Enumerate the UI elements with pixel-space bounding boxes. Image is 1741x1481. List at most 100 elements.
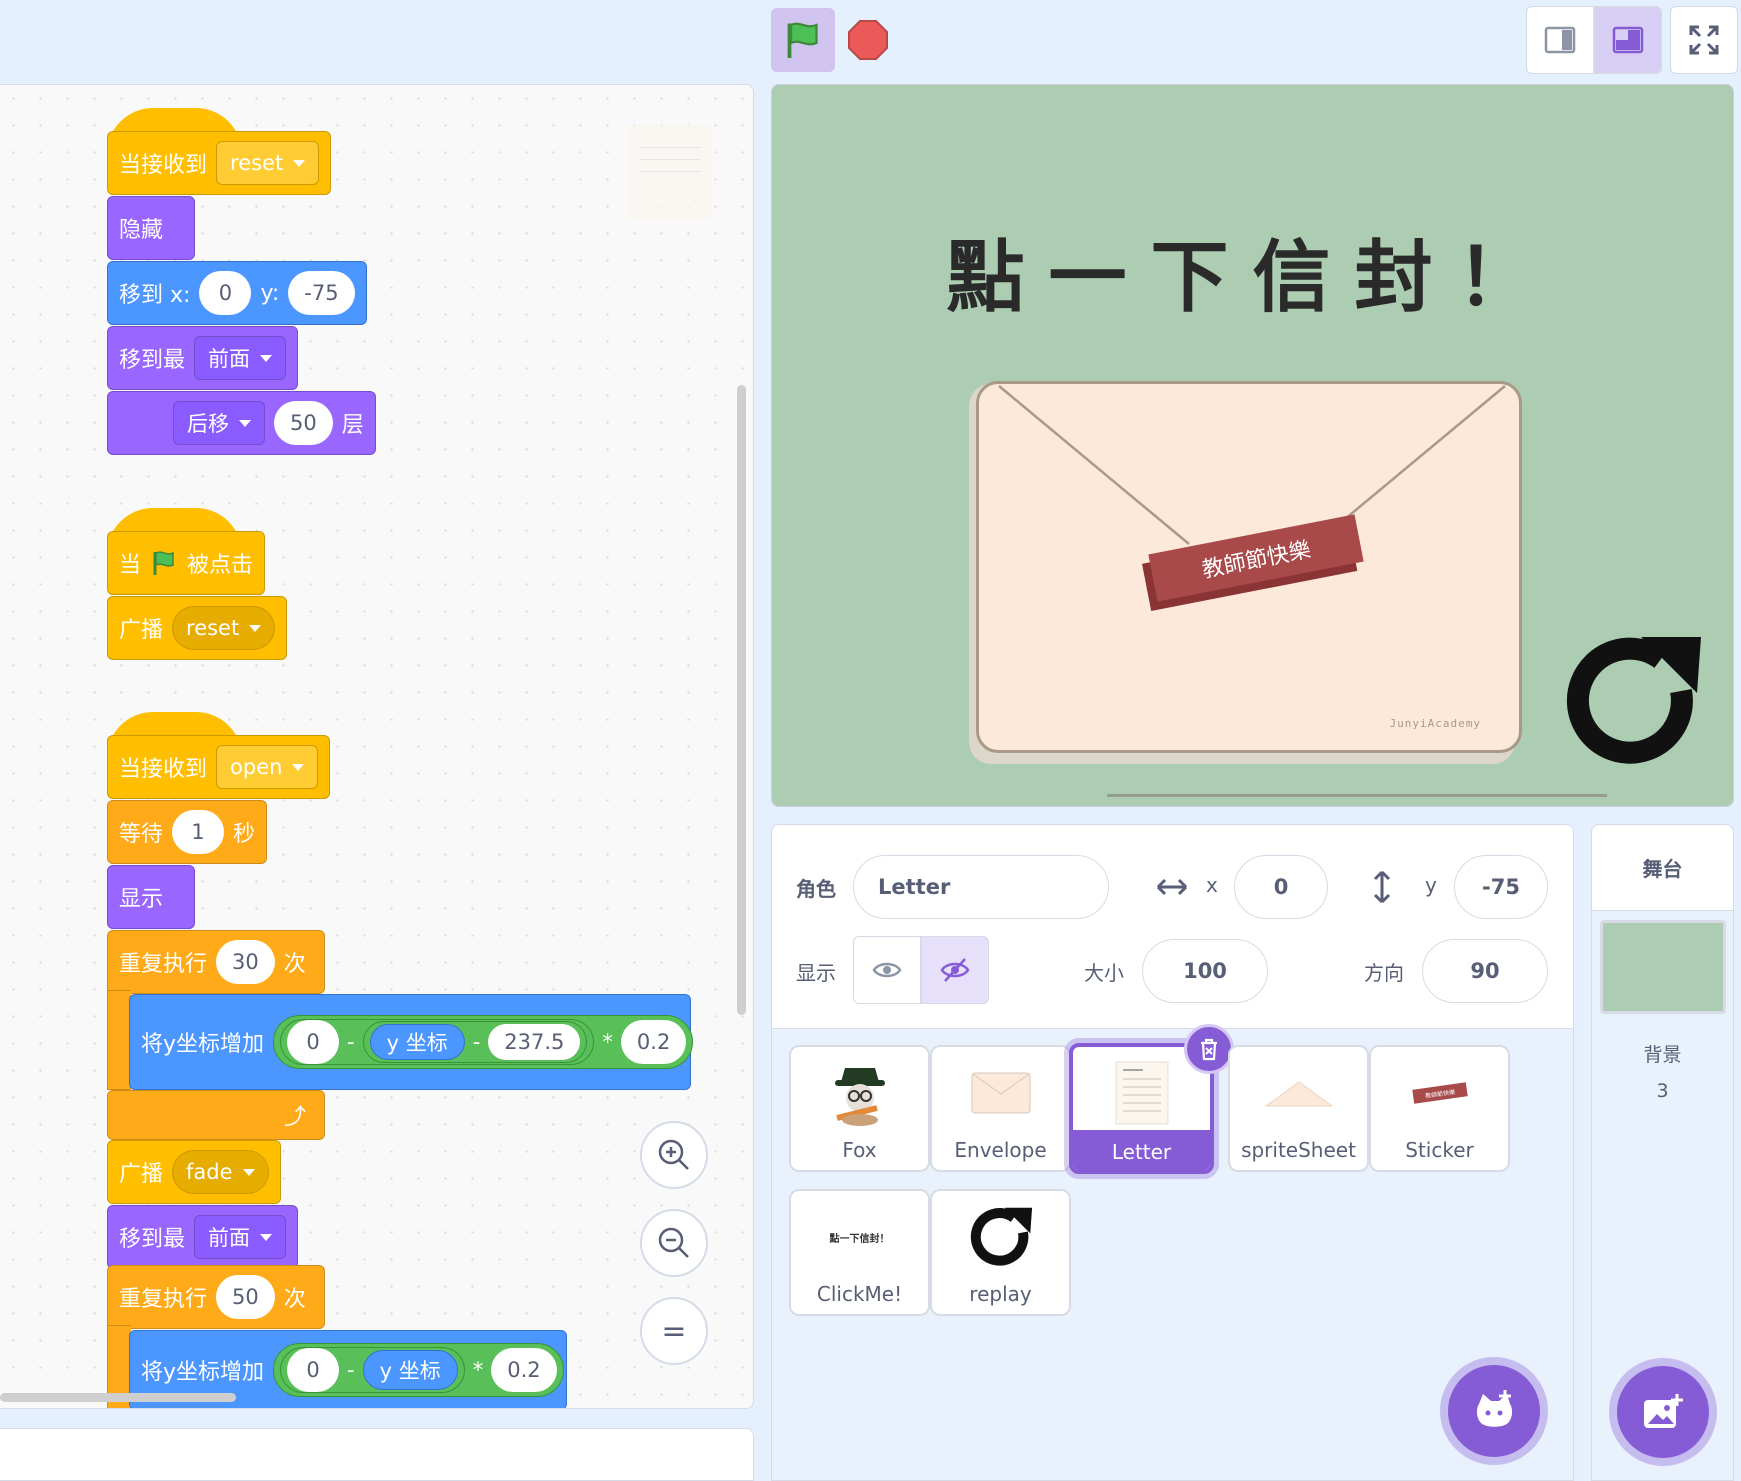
choose-sprite-button[interactable] <box>1448 1365 1540 1457</box>
replay-sprite[interactable] <box>1563 631 1703 771</box>
envelope-thumbnail <box>932 1059 1069 1127</box>
y-position-reporter[interactable]: y 坐标 <box>369 1024 465 1060</box>
stage-thumbnail[interactable] <box>1600 920 1726 1014</box>
operator-subtract[interactable]: 0 - y 坐标 <box>280 1347 465 1393</box>
sprite-tile-spritesheet[interactable]: spriteSheet <box>1228 1045 1369 1172</box>
zoom-reset-button[interactable]: = <box>640 1297 708 1365</box>
x-input[interactable]: 0 <box>1234 855 1328 919</box>
block-label: 次 <box>283 952 306 977</box>
sprite-label: 角色 <box>796 877 836 901</box>
go-to-xy-block[interactable]: 移到 x: 0 y: -75 <box>107 261 367 325</box>
number-input[interactable]: 0 <box>287 1020 340 1064</box>
block-label: 将y坐标增加 <box>141 1032 265 1057</box>
hide-sprite-button[interactable] <box>921 936 989 1004</box>
stop-button[interactable] <box>844 16 892 64</box>
delete-sprite-button[interactable] <box>1184 1024 1234 1074</box>
sprite-tile-fox[interactable]: Fox <box>789 1045 930 1172</box>
x-input[interactable]: 0 <box>199 271 252 315</box>
cat-add-icon <box>1476 1390 1513 1427</box>
block-label: 移到最 <box>119 348 186 373</box>
backdrop-add-icon <box>1644 1394 1683 1428</box>
number-input[interactable]: 0.2 <box>620 1020 687 1064</box>
operator-symbol: * <box>472 1358 484 1382</box>
block-label: 当 <box>119 553 142 578</box>
direction-dropdown[interactable]: 后移 <box>173 401 265 445</box>
direction-input[interactable]: 90 <box>1422 939 1548 1003</box>
block-label: 重复执行 <box>119 1287 208 1312</box>
when-flag-clicked-block[interactable]: 当 被点击 <box>107 531 266 595</box>
change-y-block[interactable]: 将y坐标增加 0 - y 坐标 - 237.5 * 0.2 <box>129 994 694 1090</box>
operator-symbol: - <box>347 1030 355 1054</box>
zoom-out-button[interactable] <box>640 1209 708 1277</box>
operator-symbol: - <box>472 1030 481 1054</box>
seconds-input[interactable]: 1 <box>172 810 225 854</box>
hide-block[interactable]: 隐藏 <box>107 196 195 260</box>
sprite-tile-envelope[interactable]: Envelope <box>930 1045 1071 1172</box>
sprite-info-panel: 角色 Letter x 0 y -75 显示 大小 100 方向 90 <box>771 824 1574 1029</box>
layer-dropdown[interactable]: 前面 <box>194 336 287 380</box>
backdrops-label: 背景 <box>1643 1044 1682 1066</box>
zoom-in-icon <box>658 1139 689 1170</box>
sprite-name: Fox <box>842 1138 877 1162</box>
code-workspace[interactable]: 当接收到 reset 隐藏 移到 x: 0 y: -75 移到最 前面 后移 5… <box>0 84 754 1409</box>
letter-envelope-sprite[interactable]: 教師節快樂 JunyiAcademy <box>976 381 1522 753</box>
wait-block[interactable]: 等待 1 秒 <box>107 800 268 864</box>
fullscreen-button[interactable] <box>1670 6 1738 74</box>
fullscreen-icon <box>1689 25 1719 55</box>
dropdown-value: reset <box>230 151 284 175</box>
sprite-name: Letter <box>1111 1140 1172 1164</box>
zoom-in-button[interactable] <box>640 1121 708 1189</box>
operator-subtract-inner[interactable]: y 坐标 - 237.5 <box>362 1021 588 1063</box>
dropdown-value: fade <box>186 1160 233 1184</box>
block-label: 层 <box>341 413 364 438</box>
block-label: 等待 <box>119 822 164 847</box>
repeat-50-block[interactable]: 重复执行 50 次 <box>107 1265 325 1329</box>
message-dropdown[interactable]: open <box>216 745 319 789</box>
operator-multiply[interactable]: 0 - y 坐标 - 237.5 * 0.2 <box>273 1015 694 1069</box>
sprite-tile-replay[interactable]: replay <box>930 1189 1071 1316</box>
layers-input[interactable]: 50 <box>274 401 333 445</box>
when-i-receive-reset-block[interactable]: 当接收到 reset <box>107 131 332 195</box>
stage-canvas[interactable]: 點一下信封！ 教師節快樂 JunyiAcademy <box>771 84 1734 807</box>
green-flag-button[interactable] <box>771 8 835 72</box>
sprite-tile-clickme[interactable]: 點一下信封！ ClickMe! <box>789 1189 930 1316</box>
y-input[interactable]: -75 <box>288 271 355 315</box>
normal-stage-icon <box>1612 26 1644 54</box>
click-me-sprite[interactable]: 點一下信封！ <box>772 215 1733 327</box>
y-position-reporter[interactable]: y 坐标 <box>362 1350 458 1390</box>
dropdown-value: 后移 <box>187 412 229 436</box>
layer-dropdown[interactable]: 前面 <box>194 1215 287 1259</box>
y-input[interactable]: -75 <box>1454 855 1548 919</box>
operator-multiply[interactable]: 0 - y 坐标 * 0.2 <box>273 1343 564 1397</box>
choose-backdrop-button[interactable] <box>1617 1366 1709 1458</box>
block-label: 秒 <box>233 822 256 847</box>
show-block[interactable]: 显示 <box>107 865 195 929</box>
go-to-front-layer-block[interactable]: 移到最 前面 <box>107 326 299 390</box>
go-to-front-layer-block[interactable]: 移到最 前面 <box>107 1205 299 1269</box>
broadcast-reset-block[interactable]: 广播 reset <box>107 596 288 660</box>
show-sprite-button[interactable] <box>853 936 921 1004</box>
sprite-tile-sticker[interactable]: 教師節快樂 Sticker <box>1369 1045 1510 1172</box>
number-input[interactable]: 237.5 <box>488 1024 581 1060</box>
operator-subtract-outer[interactable]: 0 - y 坐标 - 237.5 <box>280 1019 595 1065</box>
block-label: 隐藏 <box>119 218 164 243</box>
brand-text: JunyiAcademy <box>1389 717 1481 730</box>
vertical-scrollbar[interactable] <box>737 385 746 1015</box>
message-dropdown[interactable]: fade <box>172 1150 269 1194</box>
go-backward-layers-block[interactable]: 后移 50 层 <box>107 391 376 455</box>
message-dropdown[interactable]: reset <box>172 606 276 650</box>
repeat-count-input[interactable]: 50 <box>216 1275 275 1319</box>
repeat-count-input[interactable]: 30 <box>216 940 275 984</box>
normal-stage-button[interactable] <box>1594 6 1662 74</box>
when-i-receive-open-block[interactable]: 当接收到 open <box>107 735 331 799</box>
message-dropdown[interactable]: reset <box>216 141 320 185</box>
number-input[interactable]: 0 <box>287 1348 340 1392</box>
broadcast-fade-block[interactable]: 广播 fade <box>107 1140 281 1204</box>
small-stage-button[interactable] <box>1526 6 1594 74</box>
sprite-name-input[interactable]: Letter <box>853 855 1109 919</box>
size-input[interactable]: 100 <box>1142 939 1268 1003</box>
stage-header <box>754 0 1741 84</box>
number-input[interactable]: 0.2 <box>491 1348 557 1392</box>
repeat-30-block[interactable]: 重复执行 30 次 <box>107 930 325 994</box>
horizontal-scrollbar[interactable] <box>0 1393 236 1402</box>
